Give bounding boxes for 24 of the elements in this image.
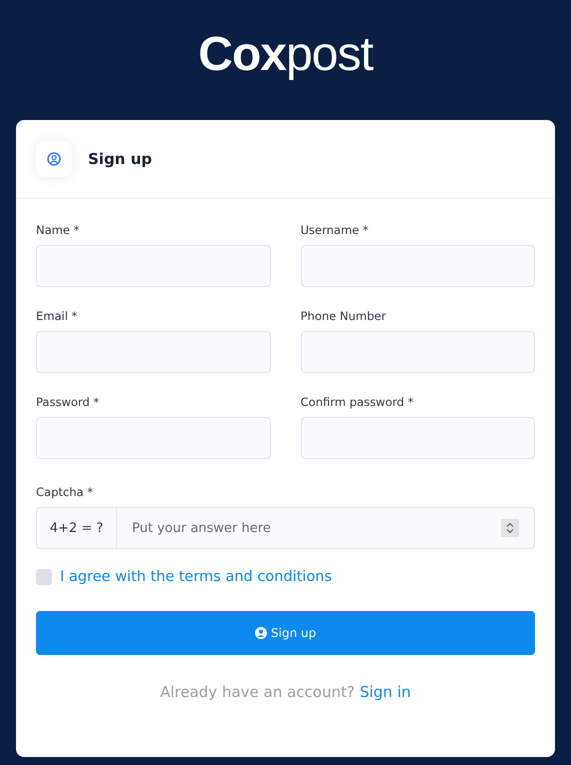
terms-label[interactable]: I agree with the terms and conditions (60, 569, 332, 585)
field-label: Captcha * (36, 485, 94, 499)
input-field[interactable] (36, 245, 270, 287)
user-circle-icon (254, 627, 267, 639)
input-field[interactable] (36, 417, 270, 459)
spinner-icon[interactable] (501, 519, 519, 537)
field-label: Confirm password * (300, 395, 414, 409)
footer-text: Already have an account? (160, 683, 355, 701)
field-label: Name * (36, 223, 80, 237)
input-field[interactable] (300, 331, 535, 373)
input-field[interactable] (300, 245, 535, 287)
field-label: Password * (36, 395, 100, 409)
captcha-question: 4+2 = ? (36, 507, 117, 549)
checkbox[interactable] (36, 569, 52, 585)
field-label: Phone Number (300, 309, 387, 323)
answer-field[interactable]: Put your answer here (117, 507, 535, 549)
input-field[interactable] (300, 417, 535, 459)
field-label: Email * (36, 309, 78, 323)
input-field[interactable] (36, 331, 270, 373)
field-label: Username * (300, 223, 370, 237)
signin-link[interactable]: Sign in (360, 683, 411, 701)
card-title: Sign up (88, 150, 152, 168)
signup-button[interactable]: Sign up (36, 611, 535, 655)
logo: Coxpost (198, 31, 373, 79)
